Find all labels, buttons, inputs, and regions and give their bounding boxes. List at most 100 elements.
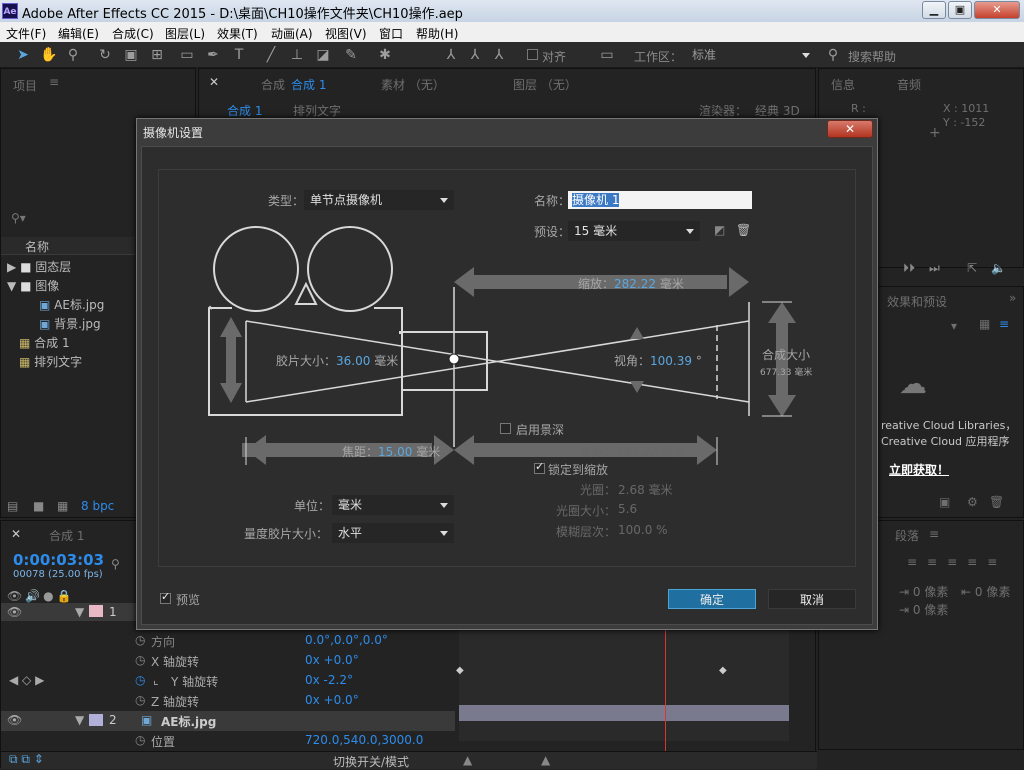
new-comp-icon[interactable]: ▦	[57, 499, 68, 513]
renderer-value[interactable]: 经典 3D	[755, 102, 800, 119]
roto-brush-tool-icon[interactable]: ✎	[342, 46, 360, 64]
delete-icon[interactable]: 🗑	[989, 495, 1004, 509]
menu-effect[interactable]: 效果(T)	[217, 25, 258, 42]
camera-tool-icon[interactable]: ▣	[122, 46, 140, 64]
layer-tab[interactable]: 图层 （无）	[513, 76, 577, 93]
keyframe-navigator-icons[interactable]: ◀ ◇ ▶	[9, 673, 44, 687]
last-frame-icon[interactable]: ⏭	[929, 261, 940, 276]
stopwatch-icon[interactable]: ◷	[135, 733, 145, 747]
pen-tool-icon[interactable]: ✒	[204, 46, 222, 64]
puppet-tool-icon[interactable]: ✱	[376, 46, 394, 64]
layer1-visibility-icon[interactable]: 👁	[7, 605, 22, 619]
play-icon[interactable]: ⏵⏵	[903, 261, 915, 276]
stopwatch-icon[interactable]: ◷	[135, 653, 145, 667]
preview-checkbox[interactable]	[160, 590, 171, 604]
zoom-value[interactable]: 282.22	[614, 277, 656, 291]
project-item-background[interactable]: ▣ 背景.jpg	[39, 315, 101, 332]
stopwatch-active-icon[interactable]: ◷	[135, 673, 145, 687]
project-item-images[interactable]: ▼ ■ 图像	[7, 277, 59, 294]
bit-depth-button[interactable]: 8 bpc	[81, 499, 114, 513]
menu-view[interactable]: 视图(V)	[325, 25, 367, 42]
layer2-name[interactable]: AE标.jpg	[161, 713, 216, 730]
film-size-value[interactable]: 36.00	[336, 354, 370, 368]
expand-icon[interactable]: ▶	[7, 260, 16, 274]
panel-overflow-icon[interactable]: »	[1009, 291, 1016, 305]
current-time-indicator[interactable]	[665, 621, 666, 751]
maximize-button[interactable]: ▣	[948, 1, 972, 19]
angle-value[interactable]: 100.39	[650, 354, 692, 368]
camera-type-select[interactable]: 单节点摄像机	[304, 190, 454, 210]
interpret-footage-icon[interactable]: ▤	[7, 499, 18, 513]
ok-button[interactable]: 确定	[668, 589, 756, 609]
depth-of-field-checkbox[interactable]	[500, 423, 511, 434]
new-item-icon[interactable]: ▣	[939, 495, 950, 509]
brush-tool-icon[interactable]: ╱	[262, 46, 280, 64]
keyframe-marker[interactable]: ◆	[719, 665, 727, 676]
zoom-in-icon[interactable]: ▲	[541, 753, 550, 767]
zoom-out-icon[interactable]: ▲	[463, 753, 472, 767]
close-comp-tab-icon[interactable]: ✕	[209, 75, 219, 89]
zoom-tool-icon[interactable]: ⚲	[64, 46, 82, 64]
audio-tab[interactable]: 音频	[897, 76, 921, 93]
prop-position-value[interactable]: 720.0,540.0,3000.0	[305, 733, 423, 747]
layer2-collapse-icon[interactable]: ▼	[75, 713, 84, 727]
layer1-collapse-icon[interactable]: ▼	[75, 605, 84, 619]
keyframe-marker[interactable]: ◆	[456, 665, 464, 676]
menu-animation[interactable]: 动画(A)	[271, 25, 313, 42]
lock-to-zoom-checkbox[interactable]	[534, 460, 545, 474]
cancel-button[interactable]: 取消	[768, 589, 856, 609]
eraser-tool-icon[interactable]: ◪	[314, 46, 332, 64]
world-axis-icon[interactable]: ⅄	[466, 46, 484, 64]
new-folder-icon[interactable]: ■	[33, 499, 44, 513]
minimize-button[interactable]: ▁	[922, 1, 946, 19]
toggle-switches-modes-button[interactable]: 切换开关/模式	[333, 753, 409, 770]
hand-tool-icon[interactable]: ✋	[40, 46, 58, 64]
menu-help[interactable]: 帮助(H)	[416, 25, 458, 42]
search-help-input[interactable]: 搜索帮助	[848, 48, 896, 65]
prop-orientation-value[interactable]: 0.0°,0.0°,0.0°	[305, 633, 388, 647]
camera-name-input[interactable]: 摄像机 1	[568, 191, 752, 209]
focal-length-value[interactable]: 15.00	[378, 445, 412, 459]
close-timeline-tab-icon[interactable]: ✕	[11, 527, 21, 541]
paragraph-tab[interactable]: 段落	[895, 527, 919, 544]
project-item-comp1[interactable]: ▦ 合成 1	[19, 334, 70, 351]
measure-film-size-select[interactable]: 水平	[332, 523, 454, 543]
indent-left[interactable]: ⇥ 0 像素	[899, 583, 948, 600]
project-tab[interactable]: 项目	[13, 77, 37, 94]
units-select[interactable]: 毫米	[332, 495, 454, 515]
project-search-icon[interactable]: ⚲▾	[11, 211, 26, 225]
sync-icon[interactable]: ⚙	[967, 495, 978, 509]
preset-select[interactable]: 15 毫米	[568, 221, 700, 241]
prop-y-rotation-value[interactable]: 0x -2.2°	[305, 673, 353, 687]
menu-composition[interactable]: 合成(C)	[112, 25, 154, 42]
effects-tab[interactable]: 效果和预设	[887, 293, 947, 310]
project-item-ae-logo[interactable]: ▣ AE标.jpg	[39, 296, 104, 313]
rectangle-tool-icon[interactable]: ▭	[178, 46, 196, 64]
layer2-label-color[interactable]	[89, 714, 103, 726]
timeline-tab[interactable]: 合成 1	[49, 527, 84, 544]
effects-dropdown-icon[interactable]: ▾	[951, 319, 957, 333]
alignment-icons[interactable]: ≡≡≡≡≡	[907, 555, 1007, 569]
space-before[interactable]: ⇥ 0 像素	[899, 601, 948, 618]
layer2-duration-bar[interactable]	[459, 705, 789, 721]
comp-tab-name[interactable]: 合成 1	[291, 76, 326, 93]
list-view-icon[interactable]: ≡	[999, 317, 1009, 331]
graph-icon[interactable]: ⌞	[153, 673, 159, 687]
menu-window[interactable]: 窗口	[379, 25, 403, 42]
close-window-button[interactable]: ✕	[974, 1, 1020, 19]
delete-preset-icon[interactable]: 🗑	[736, 223, 751, 237]
ram-preview-icon[interactable]: ⇱	[967, 261, 977, 275]
current-timecode[interactable]: 0:00:03:03	[13, 551, 104, 569]
project-item-solids[interactable]: ▶ ■ 固态层	[7, 258, 71, 275]
selection-tool-icon[interactable]: ➤	[14, 46, 32, 64]
indent-right[interactable]: ⇤ 0 像素	[961, 583, 1010, 600]
stopwatch-icon[interactable]: ◷	[135, 693, 145, 707]
info-tab[interactable]: 信息	[831, 76, 855, 93]
prop-x-rotation-value[interactable]: 0x +0.0°	[305, 653, 359, 667]
footage-tab[interactable]: 素材 （无）	[381, 76, 445, 93]
timeline-search-icon[interactable]: ⚲	[111, 557, 120, 571]
menu-edit[interactable]: 编辑(E)	[58, 25, 99, 42]
save-preset-icon[interactable]: ◩	[714, 223, 725, 237]
audio-toggle-icon[interactable]: 🔈	[991, 261, 1006, 275]
layer1-label-color[interactable]	[89, 605, 103, 617]
